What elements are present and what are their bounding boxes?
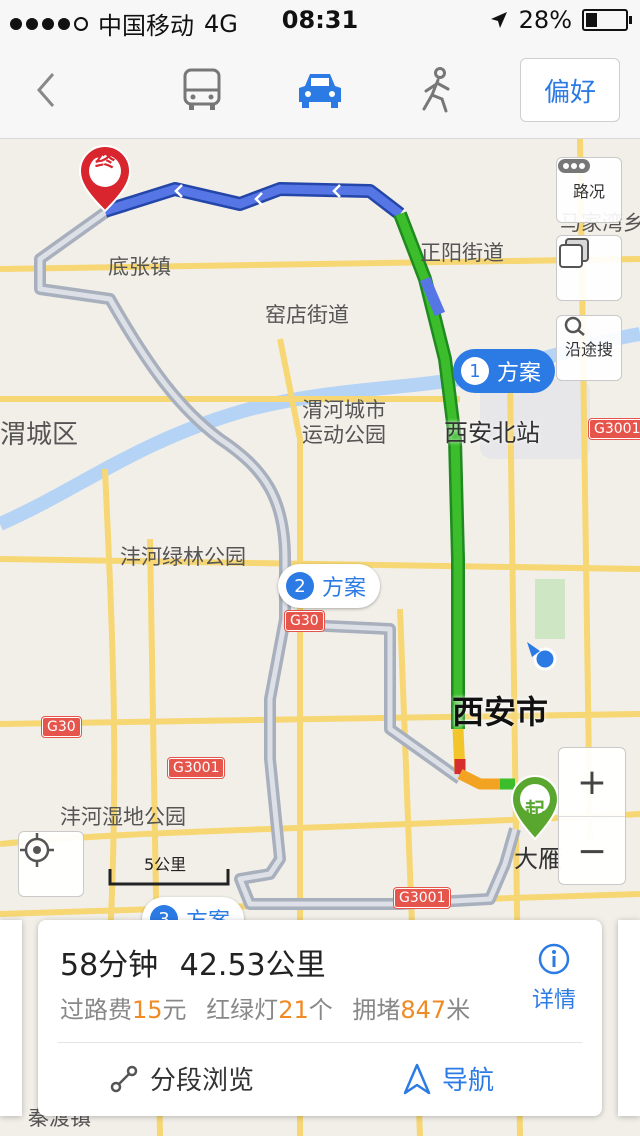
location-arrow-icon bbox=[490, 12, 507, 28]
navigate-label: 导航 bbox=[442, 1066, 495, 1096]
overview-label: 分段浏览 bbox=[150, 1066, 255, 1096]
layers-button[interactable] bbox=[556, 235, 622, 301]
highway-shield: G3001 bbox=[589, 419, 640, 439]
status-bar: 中国移动 4G 08:31 28% bbox=[0, 0, 640, 40]
route-plan-2-bubble[interactable]: 2 方案 bbox=[278, 564, 381, 608]
preference-button[interactable]: 偏好 bbox=[520, 58, 620, 122]
locate-me-button[interactable] bbox=[18, 831, 84, 897]
transport-mode-bar: 偏好 bbox=[0, 40, 640, 139]
park-area bbox=[535, 579, 565, 639]
crosshair-icon bbox=[20, 833, 54, 867]
place-da-yan: 大雁 bbox=[514, 845, 562, 873]
route-distance: 42.53公里 bbox=[179, 948, 326, 983]
along-route-search-button[interactable]: 沿途搜 bbox=[556, 315, 622, 381]
place-feng-he-wetland: 沣河湿地公园 bbox=[60, 805, 186, 829]
end-marker-label: 终 bbox=[95, 147, 115, 171]
place-zheng-yang: 正阳街道 bbox=[420, 241, 504, 265]
status-right: 28% bbox=[489, 6, 632, 34]
highway-shield: G3001 bbox=[168, 758, 225, 778]
plan-label: 方案 bbox=[497, 361, 542, 386]
mode-bus-button[interactable] bbox=[172, 60, 232, 120]
highway-shield: G30 bbox=[285, 611, 324, 631]
traffic-light-icon bbox=[558, 159, 590, 173]
zoom-in-button[interactable]: + bbox=[559, 748, 625, 816]
lights-value: 21 bbox=[278, 996, 309, 1024]
back-button[interactable] bbox=[16, 60, 76, 120]
route-segments-icon bbox=[110, 1065, 138, 1092]
next-route-card-edge[interactable] bbox=[618, 920, 640, 1116]
route-summary: 58分钟 42.53公里 bbox=[60, 940, 326, 984]
zoom-control: + − bbox=[558, 747, 626, 885]
place-xian-north-station: 西安北站 bbox=[444, 419, 540, 447]
place-feng-he-green-park: 沣河绿林公园 bbox=[120, 545, 246, 569]
jam-unit: 米 bbox=[446, 996, 471, 1024]
plan-number: 1 bbox=[461, 357, 489, 385]
navigation-arrow-icon bbox=[403, 1063, 431, 1094]
zoom-out-button[interactable]: − bbox=[559, 817, 625, 885]
toll-value: 15 bbox=[132, 996, 163, 1024]
highway-shield: G30 bbox=[42, 717, 81, 737]
place-wei-he-park-line2: 运动公园 bbox=[302, 423, 386, 447]
traffic-toggle-button[interactable]: 路况 bbox=[556, 157, 622, 223]
route-plan-1-bubble[interactable]: 1 方案 bbox=[453, 349, 556, 393]
toll-label: 过路费 bbox=[60, 996, 132, 1024]
place-wei-cheng: 渭城区 bbox=[0, 420, 79, 450]
highway-shield: G3001 bbox=[394, 888, 451, 908]
along-search-label: 沿途搜 bbox=[564, 340, 613, 359]
previous-route-card-edge[interactable] bbox=[0, 920, 22, 1116]
car-icon bbox=[299, 74, 341, 108]
place-yao-dian: 窑店街道 bbox=[265, 303, 349, 327]
battery-icon bbox=[582, 9, 632, 31]
walk-icon bbox=[422, 67, 450, 113]
plan-number: 2 bbox=[286, 572, 314, 600]
navigate-button[interactable]: 导航 bbox=[402, 1060, 494, 1097]
route-summary-card[interactable]: 58分钟 42.53公里 过路费15元 红绿灯21个 拥堵847米 详情 分段浏… bbox=[38, 920, 602, 1116]
battery-fill bbox=[586, 13, 597, 27]
toll-unit: 元 bbox=[162, 996, 187, 1024]
jam-value: 847 bbox=[400, 996, 447, 1024]
start-marker-label: 起 bbox=[525, 798, 545, 822]
info-icon bbox=[538, 943, 570, 975]
battery-percent: 28% bbox=[518, 6, 572, 34]
plan-label: 方案 bbox=[322, 576, 367, 601]
scale-label: 5公里 bbox=[144, 855, 187, 874]
traffic-label: 路况 bbox=[572, 182, 605, 201]
mode-car-button[interactable] bbox=[290, 60, 350, 120]
place-di-zhang: 底张镇 bbox=[108, 255, 171, 279]
route-meta: 过路费15元 红绿灯21个 拥堵847米 bbox=[60, 990, 470, 1025]
layers-icon bbox=[559, 238, 589, 268]
search-icon bbox=[564, 316, 585, 336]
bus-icon bbox=[183, 68, 221, 110]
route-duration: 58分钟 bbox=[60, 948, 159, 983]
details-label: 详情 bbox=[531, 988, 576, 1013]
chevron-left-icon bbox=[37, 73, 55, 107]
lights-unit: 个 bbox=[308, 996, 333, 1024]
segment-overview-button[interactable]: 分段浏览 bbox=[108, 1060, 254, 1097]
details-button[interactable]: 详情 bbox=[526, 942, 582, 1014]
card-divider bbox=[58, 1042, 582, 1043]
jam-label: 拥堵 bbox=[352, 996, 401, 1024]
mode-walk-button[interactable] bbox=[408, 60, 468, 120]
lights-label: 红绿灯 bbox=[206, 996, 279, 1024]
place-xian-city: 西安市 bbox=[452, 693, 549, 731]
